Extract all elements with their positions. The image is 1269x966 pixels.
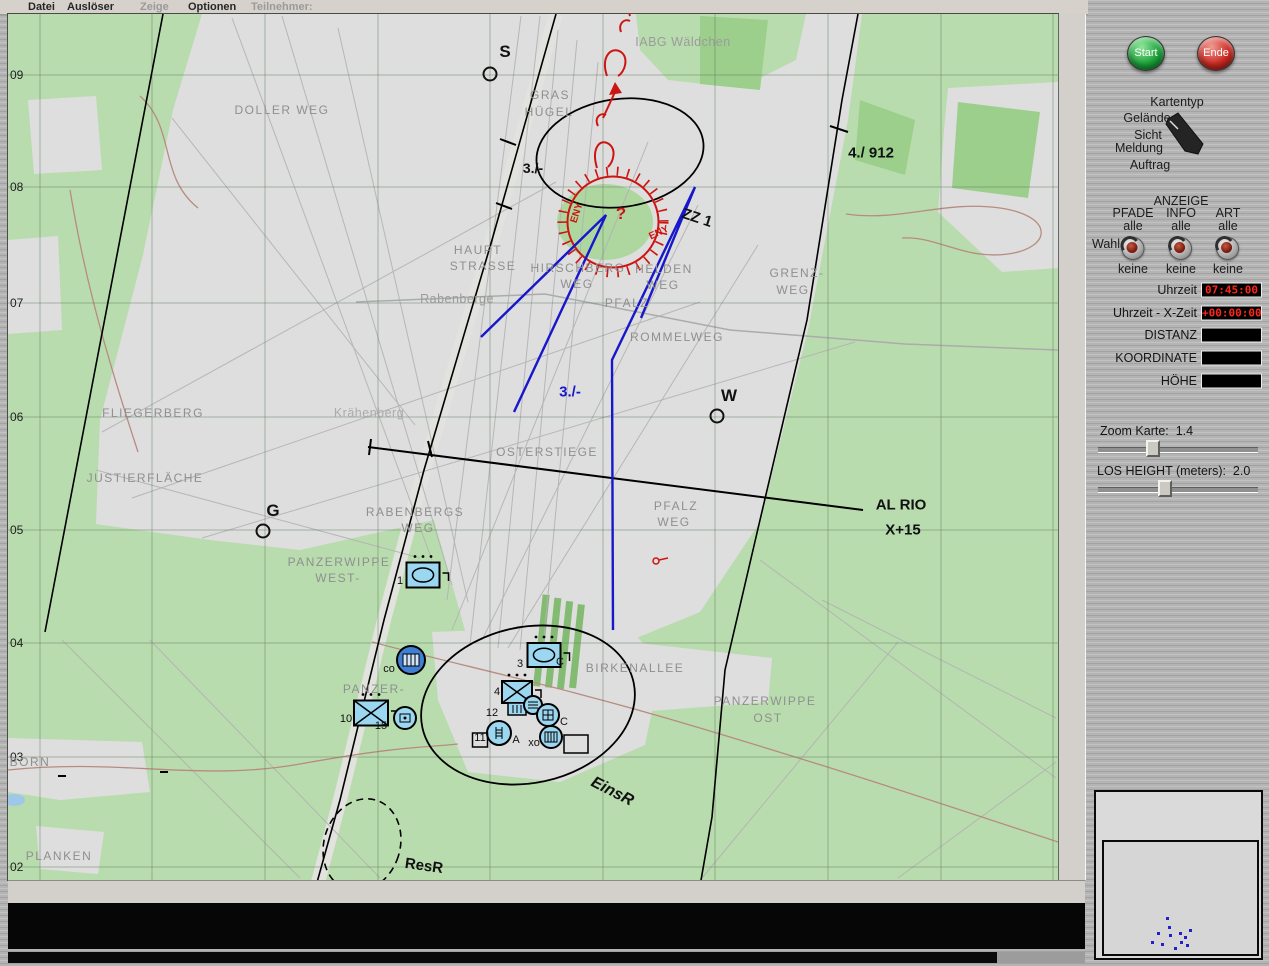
los-slider-thumb[interactable] <box>1158 480 1172 497</box>
map-axis-strip <box>8 880 1085 903</box>
minimap-unit-dot <box>1169 934 1172 937</box>
readout-label-koordinate: KOORDINATE <box>1115 351 1197 365</box>
unit-symbol-circ-dot[interactable] <box>393 706 417 730</box>
column-option-keine: keine <box>1213 262 1243 276</box>
zoom-slider-label: Zoom Karte: 1.4 <box>1100 424 1194 438</box>
zoom-slider-track[interactable] <box>1098 447 1258 453</box>
minimap-unit-dot <box>1157 932 1160 935</box>
readout-value-höhe <box>1201 373 1262 389</box>
nav-item-kartentyp[interactable]: Kartentyp <box>1150 95 1204 109</box>
zoom-slider-value: 1.4 <box>1175 424 1194 438</box>
minimap-unit-dot <box>1184 936 1187 939</box>
minimap-unit-dot <box>1174 947 1177 950</box>
unit-symbol-circ-ladder[interactable] <box>486 720 512 746</box>
readout-label-uhrzeit: Uhrzeit <box>1157 283 1197 297</box>
info-knob[interactable] <box>1169 237 1193 260</box>
readout-label-distanz: DISTANZ <box>1144 328 1197 342</box>
minimap-unit-dot <box>1180 941 1183 944</box>
unit-symbol-circ-bars-v[interactable] <box>539 725 563 749</box>
menu-item-zeige: Zeige <box>140 1 169 13</box>
art-knob[interactable] <box>1216 237 1240 260</box>
minimap-unit-dot <box>1161 943 1164 946</box>
menu-item-teilnehmer: Teilnehmer: <box>251 1 313 13</box>
los-slider-label: LOS HEIGHT (meters): 2.0 <box>1097 464 1251 478</box>
minimap-viewport-rect <box>1102 840 1259 956</box>
bottom-black-panel <box>8 903 1085 949</box>
anzeige-column-info: INFO alle keine <box>1166 207 1196 276</box>
map-viewport[interactable] <box>7 13 1059 881</box>
column-option-keine: keine <box>1166 262 1196 276</box>
menu-bar: Datei Auslöser Zeige Optionen Teilnehmer: <box>0 0 1088 15</box>
pen-icon <box>1165 112 1204 155</box>
map-right-gutter <box>1058 14 1086 880</box>
readout-value-koordinate <box>1201 350 1262 366</box>
readout-label-uhrzeit-x-zeit: Uhrzeit - X-Zeit <box>1112 306 1197 320</box>
app-window: Datei Auslöser Zeige Optionen Teilnehmer: <box>0 0 1269 966</box>
column-option-alle: alle <box>1171 219 1191 233</box>
pfade-knob[interactable] <box>1121 237 1145 260</box>
nav-item-auftrag[interactable]: Auftrag <box>1130 158 1170 172</box>
minimap-unit-dot <box>1189 929 1192 932</box>
anzeige-column-pfade: PFADE alle keine <box>1113 207 1154 276</box>
readout-value-distanz <box>1201 327 1262 343</box>
readout-value-uhrzeit: 07:45:00 <box>1201 282 1262 298</box>
unit-symbol-circ-plus[interactable] <box>536 703 560 727</box>
nav-item-meldung[interactable]: Meldung <box>1115 141 1163 155</box>
minimap-unit-dot <box>1168 926 1171 929</box>
column-option-alle: alle <box>1218 219 1238 233</box>
column-option-keine: keine <box>1118 262 1148 276</box>
forest-patch <box>700 16 768 90</box>
anzeige-column-art: ART alle keine <box>1213 207 1243 276</box>
ende-button[interactable]: Ende <box>1197 36 1235 71</box>
column-option-alle: alle <box>1123 219 1143 233</box>
los-slider-value: 2.0 <box>1232 464 1251 478</box>
unit-symbol-arty[interactable] <box>396 645 426 675</box>
menu-item-datei[interactable]: Datei <box>28 1 55 13</box>
los-slider-track[interactable] <box>1098 487 1258 493</box>
readout-label-höhe: HÖHE <box>1160 374 1197 388</box>
nav-item-sicht[interactable]: Sicht <box>1134 128 1162 142</box>
menu-item-auslöser[interactable]: Auslöser <box>67 1 114 13</box>
menu-item-optionen[interactable]: Optionen <box>188 1 236 13</box>
minimap-unit-dot <box>1179 932 1182 935</box>
minimap-unit-dot <box>1166 917 1169 920</box>
start-button[interactable]: Start <box>1127 36 1165 71</box>
readout-value-uhrzeit-x-zeit: +00:00:00 <box>1201 305 1262 321</box>
scrollbar-thumb[interactable] <box>997 952 1085 963</box>
minimap-unit-dot <box>1151 941 1154 944</box>
forest-patch <box>952 102 1040 198</box>
zoom-slider-thumb[interactable] <box>1146 440 1160 457</box>
minimap-unit-dot <box>1186 944 1189 947</box>
minimap[interactable] <box>1094 790 1263 960</box>
tactical-map <box>8 14 1058 880</box>
bottom-scrollbar[interactable] <box>8 952 1085 963</box>
